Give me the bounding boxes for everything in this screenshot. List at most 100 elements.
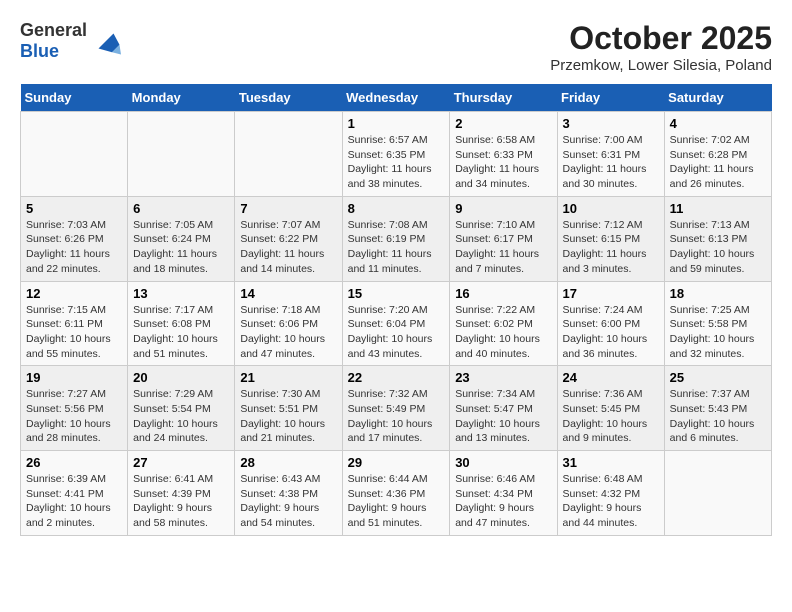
page-header: General Blue October 2025 Przemkow, Lowe… [20, 20, 772, 74]
day-info: Sunrise: 7:00 AM Sunset: 6:31 PM Dayligh… [563, 133, 659, 192]
day-number: 23 [455, 370, 551, 385]
calendar-cell: 21Sunrise: 7:30 AM Sunset: 5:51 PM Dayli… [235, 366, 342, 451]
calendar-cell: 18 Sunrise: 7:25 AM Sunset: 5:58 PM Dayli… [664, 281, 771, 366]
calendar-cell: 28 Sunrise: 6:43 AM Sunset: 4:38 PM Dayli… [235, 451, 342, 536]
week-row-5: 26Sunrise: 6:39 AM Sunset: 4:41 PM Dayli… [21, 451, 772, 536]
day-number: 26 [26, 455, 122, 470]
calendar-cell: 13 Sunrise: 7:17 AM Sunset: 6:08 PM Dayli… [128, 281, 235, 366]
day-number: 3 [563, 116, 659, 131]
calendar-table: SundayMondayTuesdayWednesdayThursdayFrid… [20, 84, 772, 536]
day-info: Sunrise: 7:25 AM Sunset: 5:58 PM Dayligh… [670, 303, 766, 362]
day-number: 13 [133, 286, 229, 301]
week-row-2: 5Sunrise: 7:03 AM Sunset: 6:26 PM Daylig… [21, 196, 772, 281]
day-info: Sunrise: 7:36 AM Sunset: 5:45 PM Dayligh… [563, 387, 659, 446]
day-number: 30 [455, 455, 551, 470]
calendar-cell [664, 451, 771, 536]
day-number: 24 [563, 370, 659, 385]
calendar-cell: 17 Sunrise: 7:24 AM Sunset: 6:00 PM Dayli… [557, 281, 664, 366]
day-info: Sunrise: 6:44 AM Sunset: 4:36 PM Dayligh… [348, 472, 445, 531]
calendar-cell: 29Sunrise: 6:44 AM Sunset: 4:36 PM Dayli… [342, 451, 450, 536]
day-number: 4 [670, 116, 766, 131]
calendar-cell: 10Sunrise: 7:12 AM Sunset: 6:15 PM Dayli… [557, 196, 664, 281]
calendar-cell: 15Sunrise: 7:20 AM Sunset: 6:04 PM Dayli… [342, 281, 450, 366]
day-info: Sunrise: 7:08 AM Sunset: 6:19 PM Dayligh… [348, 218, 445, 277]
calendar-cell: 4 Sunrise: 7:02 AM Sunset: 6:28 PM Daylig… [664, 112, 771, 197]
day-number: 18 [670, 286, 766, 301]
calendar-cell: 11 Sunrise: 7:13 AM Sunset: 6:13 PM Dayli… [664, 196, 771, 281]
day-number: 17 [563, 286, 659, 301]
day-number: 27 [133, 455, 229, 470]
day-info: Sunrise: 6:48 AM Sunset: 4:32 PM Dayligh… [563, 472, 659, 531]
day-number: 11 [670, 201, 766, 216]
day-info: Sunrise: 7:32 AM Sunset: 5:49 PM Dayligh… [348, 387, 445, 446]
week-row-4: 19Sunrise: 7:27 AM Sunset: 5:56 PM Dayli… [21, 366, 772, 451]
day-number: 5 [26, 201, 122, 216]
day-number: 21 [240, 370, 336, 385]
day-number: 10 [563, 201, 659, 216]
calendar-cell: 30 Sunrise: 6:46 AM Sunset: 4:34 PM Dayli… [450, 451, 557, 536]
day-info: Sunrise: 7:24 AM Sunset: 6:00 PM Dayligh… [563, 303, 659, 362]
calendar-cell: 23 Sunrise: 7:34 AM Sunset: 5:47 PM Dayli… [450, 366, 557, 451]
week-row-1: 1 Sunrise: 6:57 AM Sunset: 6:35 PM Daylig… [21, 112, 772, 197]
col-header-tuesday: Tuesday [235, 84, 342, 112]
day-info: Sunrise: 7:13 AM Sunset: 6:13 PM Dayligh… [670, 218, 766, 277]
title-block: October 2025 Przemkow, Lower Silesia, Po… [550, 20, 772, 74]
day-number: 6 [133, 201, 229, 216]
day-number: 25 [670, 370, 766, 385]
col-header-saturday: Saturday [664, 84, 771, 112]
day-number: 9 [455, 201, 551, 216]
calendar-cell [128, 112, 235, 197]
calendar-cell: 5Sunrise: 7:03 AM Sunset: 6:26 PM Daylig… [21, 196, 128, 281]
day-number: 2 [455, 116, 551, 131]
day-number: 19 [26, 370, 122, 385]
calendar-cell: 25 Sunrise: 7:37 AM Sunset: 5:43 PM Dayli… [664, 366, 771, 451]
day-info: Sunrise: 6:41 AM Sunset: 4:39 PM Dayligh… [133, 472, 229, 531]
day-info: Sunrise: 6:43 AM Sunset: 4:38 PM Dayligh… [240, 472, 336, 531]
logo-icon [91, 26, 121, 56]
day-number: 31 [563, 455, 659, 470]
calendar-cell: 2Sunrise: 6:58 AM Sunset: 6:33 PM Daylig… [450, 112, 557, 197]
day-info: Sunrise: 7:37 AM Sunset: 5:43 PM Dayligh… [670, 387, 766, 446]
calendar-cell: 7 Sunrise: 7:07 AM Sunset: 6:22 PM Daylig… [235, 196, 342, 281]
day-number: 16 [455, 286, 551, 301]
logo-blue-text: Blue [20, 41, 87, 62]
calendar-cell: 24 Sunrise: 7:36 AM Sunset: 5:45 PM Dayli… [557, 366, 664, 451]
calendar-cell: 14Sunrise: 7:18 AM Sunset: 6:06 PM Dayli… [235, 281, 342, 366]
calendar-cell [21, 112, 128, 197]
day-info: Sunrise: 7:02 AM Sunset: 6:28 PM Dayligh… [670, 133, 766, 192]
day-number: 22 [348, 370, 445, 385]
calendar-cell: 26Sunrise: 6:39 AM Sunset: 4:41 PM Dayli… [21, 451, 128, 536]
day-info: Sunrise: 7:15 AM Sunset: 6:11 PM Dayligh… [26, 303, 122, 362]
logo-general-text: General [20, 20, 87, 41]
day-info: Sunrise: 7:34 AM Sunset: 5:47 PM Dayligh… [455, 387, 551, 446]
calendar-cell: 9 Sunrise: 7:10 AM Sunset: 6:17 PM Daylig… [450, 196, 557, 281]
page-subtitle: Przemkow, Lower Silesia, Poland [550, 57, 772, 74]
day-number: 7 [240, 201, 336, 216]
calendar-cell: 3 Sunrise: 7:00 AM Sunset: 6:31 PM Daylig… [557, 112, 664, 197]
calendar-cell: 19Sunrise: 7:27 AM Sunset: 5:56 PM Dayli… [21, 366, 128, 451]
day-info: Sunrise: 6:46 AM Sunset: 4:34 PM Dayligh… [455, 472, 551, 531]
day-info: Sunrise: 7:10 AM Sunset: 6:17 PM Dayligh… [455, 218, 551, 277]
day-info: Sunrise: 6:57 AM Sunset: 6:35 PM Dayligh… [348, 133, 445, 192]
calendar-cell [235, 112, 342, 197]
day-number: 15 [348, 286, 445, 301]
page-title: October 2025 [550, 20, 772, 57]
day-number: 1 [348, 116, 445, 131]
col-header-wednesday: Wednesday [342, 84, 450, 112]
calendar-cell: 20Sunrise: 7:29 AM Sunset: 5:54 PM Dayli… [128, 366, 235, 451]
week-row-3: 12Sunrise: 7:15 AM Sunset: 6:11 PM Dayli… [21, 281, 772, 366]
logo: General Blue [20, 20, 121, 62]
calendar-cell: 22 Sunrise: 7:32 AM Sunset: 5:49 PM Dayli… [342, 366, 450, 451]
calendar-cell: 8Sunrise: 7:08 AM Sunset: 6:19 PM Daylig… [342, 196, 450, 281]
calendar-cell: 1 Sunrise: 6:57 AM Sunset: 6:35 PM Daylig… [342, 112, 450, 197]
day-info: Sunrise: 7:29 AM Sunset: 5:54 PM Dayligh… [133, 387, 229, 446]
day-number: 28 [240, 455, 336, 470]
calendar-cell: 16 Sunrise: 7:22 AM Sunset: 6:02 PM Dayli… [450, 281, 557, 366]
day-number: 14 [240, 286, 336, 301]
day-info: Sunrise: 7:22 AM Sunset: 6:02 PM Dayligh… [455, 303, 551, 362]
col-header-thursday: Thursday [450, 84, 557, 112]
calendar-cell: 6Sunrise: 7:05 AM Sunset: 6:24 PM Daylig… [128, 196, 235, 281]
day-info: Sunrise: 7:17 AM Sunset: 6:08 PM Dayligh… [133, 303, 229, 362]
day-info: Sunrise: 7:07 AM Sunset: 6:22 PM Dayligh… [240, 218, 336, 277]
calendar-cell: 31 Sunrise: 6:48 AM Sunset: 4:32 PM Dayli… [557, 451, 664, 536]
